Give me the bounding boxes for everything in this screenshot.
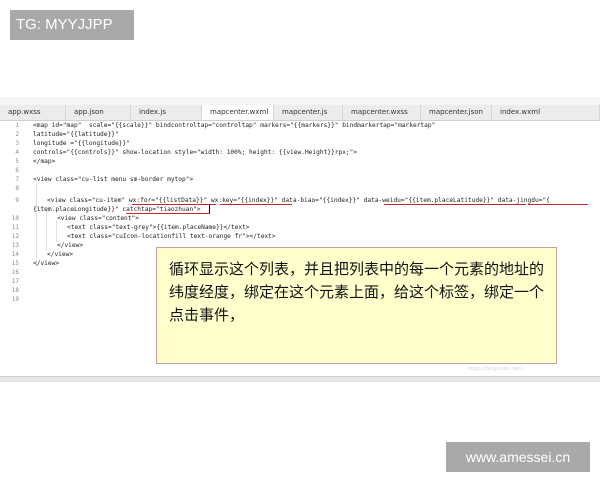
tab-label: mapcenter.js (282, 108, 328, 116)
line-number: 3 (15, 140, 19, 147)
line-number: 11 (11, 224, 19, 231)
annotation-underline (220, 204, 292, 205)
tab-label: mapcenter.wxml (210, 108, 269, 116)
code-line-12: <text class="cuIcon-locationfill text-or… (67, 233, 276, 240)
tab-index-js[interactable]: index.js (131, 105, 202, 120)
status-bar (0, 376, 600, 382)
tab-index-wxml[interactable]: index.wxml (492, 105, 600, 120)
line-number: 14 (11, 251, 19, 258)
code-line-11: <text class="text-grey">{{item.placeName… (67, 224, 250, 231)
tab-app-wxss[interactable]: app.wxss (0, 105, 66, 120)
annotation-underline (528, 204, 588, 205)
code-line-14: </view> (47, 251, 74, 258)
line-number: 5 (15, 158, 19, 165)
tab-label: mapcenter.json (429, 108, 483, 116)
menu-strip (0, 97, 600, 105)
line-number: 10 (11, 215, 19, 222)
annotation-underline (384, 204, 526, 205)
editor-tab-bar: app.wxss app.json index.js mapcenter.wxm… (0, 105, 600, 121)
annotation-underline (126, 213, 210, 214)
line-number: 15 (11, 260, 19, 267)
tab-mapcenter-json[interactable]: mapcenter.json (421, 105, 492, 120)
line-number: 4 (15, 149, 19, 156)
tab-label: index.wxml (500, 108, 541, 116)
tab-mapcenter-wxml[interactable]: mapcenter.wxml× (202, 105, 274, 120)
line-number: 12 (11, 233, 19, 240)
tab-label: app.json (74, 108, 104, 116)
line-number: 13 (11, 242, 19, 249)
tab-label: index.js (139, 108, 166, 116)
code-line-3: longitude ="{{longitude}}" (33, 140, 130, 147)
code-line-1: <map id="map" scale="{{scale}}" bindcont… (33, 122, 436, 129)
line-number: 8 (15, 185, 19, 192)
indent-guide (36, 184, 37, 266)
top-watermark: TG: MYYJJPP (10, 10, 134, 40)
code-line-4: controls="{{controls}}" show-location st… (33, 149, 358, 156)
line-number: 18 (11, 287, 19, 294)
code-line-15: </view> (33, 260, 60, 267)
code-line-7: <view class="cu-list menu sm-border myto… (33, 176, 194, 183)
line-number: 9 (15, 197, 19, 204)
bottom-watermark: www.amessei.cn (446, 442, 590, 472)
indent-guide (46, 211, 47, 251)
tab-mapcenter-wxss[interactable]: mapcenter.wxss (343, 105, 421, 120)
line-number: 17 (11, 278, 19, 285)
faint-watermark: https://blog.csdn.net/... (468, 366, 527, 372)
line-number: 7 (15, 176, 19, 183)
code-line-13: </view> (57, 242, 84, 249)
annotation-underline (132, 204, 216, 205)
line-number: 2 (15, 131, 19, 138)
tab-app-json[interactable]: app.json (66, 105, 131, 120)
line-number: 19 (11, 296, 19, 303)
line-number: 6 (15, 167, 19, 174)
indent-guide (56, 220, 57, 242)
annotation-callout: 循环显示这个列表，并且把列表中的每一个元素的地址的纬度经度，绑定在这个元素上面，… (156, 247, 557, 364)
tab-mapcenter-js[interactable]: mapcenter.js (274, 105, 343, 120)
code-line-2: latitude="{{latitude}}" (33, 131, 119, 138)
line-number: 16 (11, 269, 19, 276)
tab-label: app.wxss (8, 108, 41, 116)
code-line-10: <view class="content"> (57, 215, 139, 222)
line-number: 1 (15, 122, 19, 129)
code-line-5: </map> (33, 158, 56, 165)
text-cursor (209, 205, 210, 213)
tab-label: mapcenter.wxss (351, 108, 408, 116)
